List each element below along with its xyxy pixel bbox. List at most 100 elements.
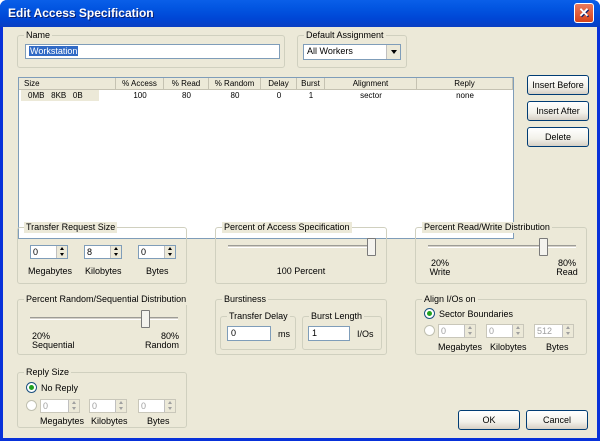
delete-button[interactable]: Delete xyxy=(527,127,589,147)
reply-bytes-stepper[interactable]: 0 xyxy=(138,399,176,413)
reply-bytes-label: Bytes xyxy=(147,416,170,426)
cell-alignment: sector xyxy=(360,91,382,100)
align-kilobytes-label: Kilobytes xyxy=(490,342,527,352)
insert-before-button[interactable]: Insert Before xyxy=(527,75,589,95)
title-bar[interactable]: Edit Access Specification ✕ xyxy=(0,0,600,27)
transfer-kilobytes-label: Kilobytes xyxy=(85,266,122,276)
cell-read: 80 xyxy=(182,91,191,100)
align-custom-radio[interactable] xyxy=(424,325,435,336)
transfer-delay-input[interactable]: 0 xyxy=(227,326,271,341)
read-write-left-label: Write xyxy=(429,267,451,277)
transfer-kilobytes-value: 8 xyxy=(87,247,93,257)
col-header-reply[interactable]: Reply xyxy=(417,78,513,90)
transfer-bytes-value: 0 xyxy=(141,247,147,257)
random-sequential-legend: Percent Random/Sequential Distribution xyxy=(24,294,189,305)
burstiness-legend: Burstiness xyxy=(222,294,269,305)
read-write-slider[interactable] xyxy=(428,245,576,248)
transfer-megabytes-stepper[interactable]: 0 xyxy=(30,245,68,259)
spin-arrows-icon[interactable] xyxy=(512,325,523,337)
align-ios-legend: Align I/Os on xyxy=(422,294,478,305)
col-header-burst[interactable]: Burst xyxy=(297,78,325,90)
spin-arrows-icon[interactable] xyxy=(68,400,79,412)
sector-boundaries-radio[interactable] xyxy=(424,308,435,319)
name-value: Workstation xyxy=(29,46,79,56)
percent-access-slider[interactable] xyxy=(228,245,376,248)
reply-megabytes-stepper[interactable]: 0 xyxy=(40,399,80,413)
align-bytes-value: 512 xyxy=(537,326,553,336)
align-bytes-label: Bytes xyxy=(546,342,569,352)
percent-access-caption: 100 Percent xyxy=(276,266,326,276)
col-header-read[interactable]: % Read xyxy=(164,78,209,90)
default-assignment-group: Default Assignment All Workers xyxy=(297,30,407,68)
col-header-random[interactable]: % Random xyxy=(209,78,261,90)
random-sequential-slider[interactable] xyxy=(30,317,178,320)
cancel-button[interactable]: Cancel xyxy=(526,410,588,430)
align-kilobytes-stepper[interactable]: 0 xyxy=(486,324,524,338)
no-reply-label: No Reply xyxy=(41,383,79,393)
col-header-delay[interactable]: Delay xyxy=(261,78,297,90)
align-kilobytes-value: 0 xyxy=(489,326,495,336)
reply-custom-radio[interactable] xyxy=(26,400,37,411)
burst-length-group: Burst Length 1 I/Os xyxy=(302,311,382,350)
transfer-request-size-group: Transfer Request Size 0 8 0 Megabytes Ki… xyxy=(17,222,187,284)
spin-arrows-icon[interactable] xyxy=(56,246,67,258)
spin-arrows-icon[interactable] xyxy=(110,246,121,258)
reply-megabytes-label: Megabytes xyxy=(40,416,85,426)
align-ios-group: Align I/Os on Sector Boundaries 0 0 512 … xyxy=(415,294,587,355)
spin-arrows-icon[interactable] xyxy=(562,325,573,337)
random-sequential-slider-thumb[interactable] xyxy=(141,310,151,328)
dialog-body: Name Workstation Default Assignment All … xyxy=(3,27,597,438)
reply-kilobytes-stepper[interactable]: 0 xyxy=(89,399,127,413)
default-assignment-value: All Workers xyxy=(307,46,353,56)
transfer-bytes-stepper[interactable]: 0 xyxy=(138,245,176,259)
burst-length-input[interactable]: 1 xyxy=(308,326,350,341)
random-sequential-right-label: Random xyxy=(145,340,180,350)
insert-after-button[interactable]: Insert After xyxy=(527,101,589,121)
ok-button[interactable]: OK xyxy=(458,410,520,430)
col-header-access[interactable]: % Access xyxy=(116,78,164,90)
cell-delay: 0 xyxy=(276,91,282,100)
percent-access-legend: Percent of Access Specification xyxy=(222,222,352,233)
align-megabytes-stepper[interactable]: 0 xyxy=(438,324,476,338)
spin-arrows-icon[interactable] xyxy=(164,400,175,412)
reply-size-legend: Reply Size xyxy=(24,367,72,378)
align-megabytes-value: 0 xyxy=(441,326,447,336)
percent-access-slider-thumb[interactable] xyxy=(367,238,376,256)
cell-access: 100 xyxy=(133,91,147,100)
col-header-size[interactable]: Size xyxy=(19,78,116,90)
sector-boundaries-label: Sector Boundaries xyxy=(439,309,514,319)
align-megabytes-label: Megabytes xyxy=(438,342,483,352)
transfer-delay-unit: ms xyxy=(278,329,290,339)
transfer-megabytes-value: 0 xyxy=(33,247,39,257)
percent-access-group: Percent of Access Specification 100 Perc… xyxy=(215,222,387,284)
close-icon[interactable]: ✕ xyxy=(574,3,594,23)
random-sequential-left-label: Sequential xyxy=(32,340,75,350)
spin-arrows-icon[interactable] xyxy=(115,400,126,412)
read-write-legend: Percent Read/Write Distribution xyxy=(422,222,552,233)
name-input[interactable]: Workstation xyxy=(25,44,280,59)
dialog-window: Edit Access Specification ✕ Name Worksta… xyxy=(0,0,600,441)
cell-size: 0MB 8KB 0B xyxy=(21,90,99,101)
transfer-request-size-legend: Transfer Request Size xyxy=(24,222,118,233)
access-spec-table[interactable]: Size % Access % Read % Random Delay Burs… xyxy=(18,77,514,239)
burstiness-group: Burstiness Transfer Delay 0 ms Burst Len… xyxy=(215,294,387,355)
reply-kilobytes-label: Kilobytes xyxy=(91,416,128,426)
random-sequential-group: Percent Random/Sequential Distribution 2… xyxy=(17,294,189,355)
name-legend: Name xyxy=(24,30,53,41)
reply-size-group: Reply Size No Reply 0 0 0 Megabytes Kilo… xyxy=(17,367,187,428)
read-write-right-label: Read xyxy=(556,267,578,277)
spin-arrows-icon[interactable] xyxy=(164,246,175,258)
no-reply-radio[interactable] xyxy=(26,382,37,393)
burst-length-legend: Burst Length xyxy=(309,311,365,322)
spin-arrows-icon[interactable] xyxy=(464,325,475,337)
default-assignment-select[interactable]: All Workers xyxy=(303,44,401,60)
cell-burst: 1 xyxy=(308,91,314,100)
align-bytes-stepper[interactable]: 512 xyxy=(534,324,574,338)
reply-kilobytes-value: 0 xyxy=(92,401,98,411)
transfer-kilobytes-stepper[interactable]: 8 xyxy=(84,245,122,259)
col-header-alignment[interactable]: Alignment xyxy=(325,78,417,90)
transfer-bytes-label: Bytes xyxy=(146,266,169,276)
read-write-slider-thumb[interactable] xyxy=(539,238,549,256)
chevron-down-icon[interactable] xyxy=(386,45,400,59)
transfer-delay-legend: Transfer Delay xyxy=(227,311,290,322)
